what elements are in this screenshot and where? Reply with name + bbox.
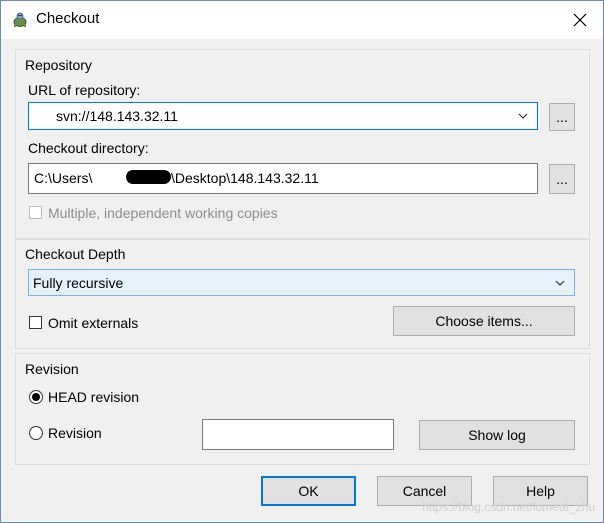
url-label: URL of repository: xyxy=(28,82,141,98)
window-title: Checkout xyxy=(36,10,100,27)
repository-group: Repository URL of repository: svn://148.… xyxy=(15,49,590,239)
revision-radio[interactable] xyxy=(29,426,43,440)
ok-button[interactable]: OK xyxy=(261,476,356,506)
head-revision-radio[interactable] xyxy=(29,390,43,404)
close-button[interactable] xyxy=(557,1,603,39)
revision-input[interactable] xyxy=(202,419,394,450)
tortoise-icon xyxy=(13,12,27,27)
revision-group: Revision HEAD revision Revision Show log xyxy=(15,353,590,465)
watermark: https://blog.csdn.net/lomeat_zhu xyxy=(422,500,595,514)
omit-externals-label: Omit externals xyxy=(48,315,139,331)
checkout-directory-input[interactable]: C:\Users\ \Desktop\148.143.32.11 xyxy=(28,163,538,194)
directory-suffix: \Desktop\148.143.32.11 xyxy=(171,170,319,186)
radio-selected-dot xyxy=(32,393,40,401)
checkout-directory-label: Checkout directory: xyxy=(28,140,149,156)
multiple-copies-label: Multiple, independent working copies xyxy=(48,205,278,221)
depth-selected-value: Fully recursive xyxy=(33,275,124,291)
checkout-depth-label: Checkout Depth xyxy=(25,246,126,262)
directory-browse-button[interactable]: ... xyxy=(549,164,575,194)
depth-dropdown[interactable]: Fully recursive xyxy=(28,269,575,296)
multiple-copies-checkbox[interactable] xyxy=(29,206,42,219)
repository-group-label: Repository xyxy=(25,57,92,73)
url-combobox[interactable]: svn://148.143.32.11 xyxy=(28,102,538,130)
revision-group-label: Revision xyxy=(25,361,79,377)
chevron-down-icon[interactable] xyxy=(517,110,529,122)
chevron-down-icon[interactable] xyxy=(554,277,566,289)
show-log-button[interactable]: Show log xyxy=(419,420,575,450)
close-icon xyxy=(573,13,587,27)
url-value: svn://148.143.32.11 xyxy=(56,108,178,124)
checkout-dialog: Checkout Repository URL of repository: s… xyxy=(0,0,604,523)
choose-items-button[interactable]: Choose items... xyxy=(393,306,575,336)
url-browse-button[interactable]: ... xyxy=(549,103,575,131)
omit-externals-checkbox[interactable] xyxy=(29,316,42,329)
revision-label: Revision xyxy=(48,425,102,441)
checkout-depth-group: Checkout Depth Fully recursive Omit exte… xyxy=(15,239,590,349)
redacted-username xyxy=(126,170,171,184)
head-revision-label: HEAD revision xyxy=(48,389,140,405)
title-bar: Checkout xyxy=(1,1,603,39)
directory-prefix: C:\Users\ xyxy=(34,170,93,186)
